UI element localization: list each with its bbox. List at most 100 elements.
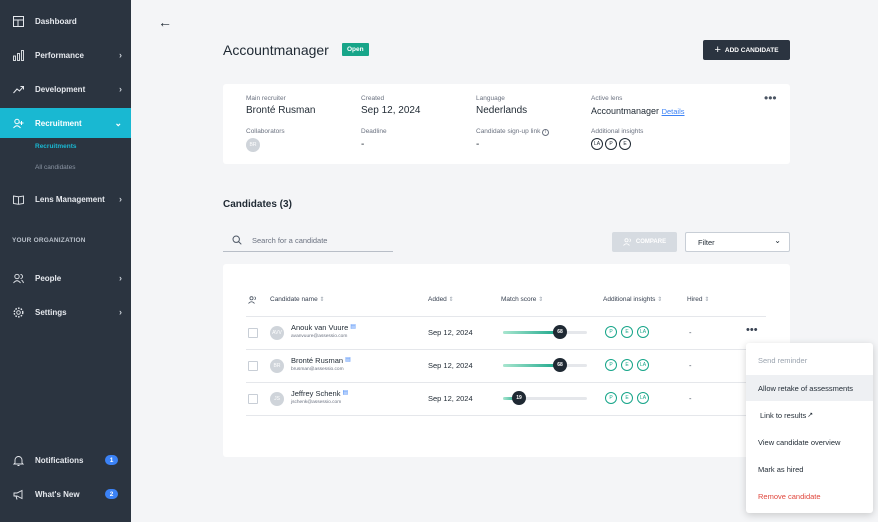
candidate-name-text: Bronté Rusman [291, 356, 344, 365]
signup-link-label-text: Candidate sign-up link [476, 128, 541, 135]
notification-badge: 1 [105, 455, 118, 465]
row-checkbox[interactable] [248, 328, 258, 338]
menu-item-link-to-results[interactable]: Link to results ↗ [746, 402, 873, 428]
page-title: Accountmanager [223, 42, 329, 58]
deadline-label: Deadline [361, 128, 387, 135]
sidebar-item-label: Lens Management [35, 194, 105, 204]
filter-select[interactable]: Filter ⌄ [685, 232, 790, 252]
sidebar-item-label: Settings [35, 307, 67, 317]
table-row[interactable]: AVV Anouk van Vuure ▤ avanvuure@assessio.… [223, 317, 790, 350]
sidebar: Dashboard Performance › Development › Re… [0, 0, 131, 522]
candidate-name[interactable]: Bronté Rusman ▤ [291, 356, 351, 365]
table-row[interactable]: JS Jeffrey Schenk ▤ jschenk@assessio.com … [223, 383, 790, 416]
avatar: BR [270, 359, 284, 373]
added-date: Sep 12, 2024 [428, 361, 473, 370]
match-score-fill [503, 364, 560, 367]
column-header-hired[interactable]: Hired ⇕ [687, 296, 709, 303]
details-link[interactable]: Details [662, 107, 685, 116]
select-all-icon[interactable] [248, 296, 258, 306]
signup-link-value: - [476, 139, 480, 150]
main-recruiter-label: Main recruiter [246, 95, 286, 102]
column-header-label: Hired [687, 296, 703, 303]
column-header-match-score[interactable]: Match score ⇕ [501, 296, 543, 303]
sort-icon: ⇕ [704, 297, 710, 303]
users-icon [623, 238, 631, 246]
add-candidate-button[interactable]: + ADD CANDIDATE [703, 40, 790, 60]
sort-icon: ⇕ [657, 297, 663, 303]
row-more-options-icon[interactable]: ••• [746, 324, 758, 336]
sidebar-item-label: Dashboard [35, 16, 77, 26]
menu-item-view-overview[interactable]: View candidate overview [746, 429, 873, 455]
column-header-label: Added [428, 296, 447, 303]
candidates-title: Candidates (3) [223, 199, 292, 210]
row-checkbox[interactable] [248, 394, 258, 404]
chevron-right-icon: › [119, 50, 122, 60]
more-options-icon[interactable]: ••• [764, 91, 777, 105]
collaborator-avatar[interactable]: BR [246, 138, 260, 152]
column-header-name[interactable]: Candidate name ⇕ [270, 296, 325, 303]
created-label: Created [361, 95, 385, 102]
row-context-menu: Send reminder Allow retake of assessment… [746, 343, 873, 513]
book-icon [12, 193, 24, 205]
sidebar-item-label: Notifications [35, 455, 84, 465]
sidebar-subitem-all-candidates[interactable]: All candidates [35, 164, 75, 171]
candidate-email: avanvuure@assessio.com [291, 334, 348, 339]
menu-item-remove-candidate[interactable]: Remove candidate [746, 483, 873, 509]
sidebar-item-recruitment[interactable]: Recruitment ⌄ [0, 108, 131, 138]
insight-badge: LA [591, 138, 603, 150]
menu-item-mark-as-hired[interactable]: Mark as hired [746, 456, 873, 482]
sidebar-section-label: YOUR ORGANIZATION [12, 237, 86, 244]
sidebar-item-dashboard[interactable]: Dashboard [0, 6, 131, 36]
candidate-name[interactable]: Anouk van Vuure ▤ [291, 323, 356, 332]
document-icon: ▤ [342, 390, 349, 396]
search-input[interactable]: Search for a candidate [223, 232, 393, 252]
compare-button[interactable]: COMPARE [612, 232, 677, 252]
table-row[interactable]: BR Bronté Rusman ▤ brusman@assessio.com S… [223, 350, 790, 383]
sidebar-item-lens-management[interactable]: Lens Management › [0, 184, 131, 214]
insight-badge: E [621, 359, 633, 371]
sort-icon: ⇕ [538, 297, 544, 303]
sidebar-item-development[interactable]: Development › [0, 74, 131, 104]
chevron-down-icon: ⌄ [774, 236, 781, 245]
user-plus-icon [12, 117, 24, 129]
additional-insights-label: Additional insights [591, 128, 644, 135]
info-icon[interactable]: i [542, 129, 550, 136]
menu-item-send-reminder[interactable]: Send reminder [746, 347, 873, 373]
column-header-added[interactable]: Added ⇕ [428, 296, 454, 303]
bar-chart-icon [12, 49, 24, 61]
external-link-icon: ↗ [807, 412, 814, 419]
compare-label: COMPARE [635, 239, 667, 245]
insight-badge: E [621, 326, 633, 338]
filter-label: Filter [698, 237, 715, 247]
status-badge: Open [342, 43, 369, 56]
sidebar-item-whats-new[interactable]: What's New 2 [0, 479, 131, 509]
active-lens-name: Accountmanager [591, 106, 660, 116]
trending-up-icon [12, 83, 24, 95]
match-score-bar: 68 [503, 358, 587, 372]
sidebar-item-notifications[interactable]: Notifications 1 [0, 445, 131, 475]
created-value: Sep 12, 2024 [361, 105, 421, 116]
row-insights: P E LA [605, 392, 649, 404]
search-icon [232, 235, 242, 245]
sidebar-item-settings[interactable]: Settings › [0, 297, 131, 327]
hired-value: - [689, 361, 692, 370]
match-score-bar: 19 [503, 391, 587, 405]
sidebar-item-label: Performance [35, 50, 84, 60]
sidebar-item-label: People [35, 273, 62, 283]
main-recruiter-value: Bronté Rusman [246, 105, 316, 116]
column-header-insights[interactable]: Additional insights ⇕ [603, 296, 662, 303]
insight-badge: E [621, 392, 633, 404]
row-checkbox[interactable] [248, 361, 258, 371]
active-lens-value: Accountmanager Details [591, 106, 685, 116]
back-arrow-icon[interactable]: ← [158, 14, 172, 30]
candidate-name[interactable]: Jeffrey Schenk ▤ [291, 389, 348, 398]
sidebar-item-performance[interactable]: Performance › [0, 40, 131, 70]
match-score-value: 68 [553, 325, 567, 339]
document-icon: ▤ [350, 324, 356, 330]
sidebar-item-people[interactable]: People › [0, 263, 131, 293]
menu-item-allow-retake[interactable]: Allow retake of assessments [746, 375, 873, 401]
candidate-name-text: Jeffrey Schenk [291, 389, 341, 398]
sidebar-subitem-recruitments[interactable]: Recruitments [35, 143, 77, 150]
sort-icon: ⇕ [448, 297, 454, 303]
sort-icon: ⇕ [319, 297, 325, 303]
